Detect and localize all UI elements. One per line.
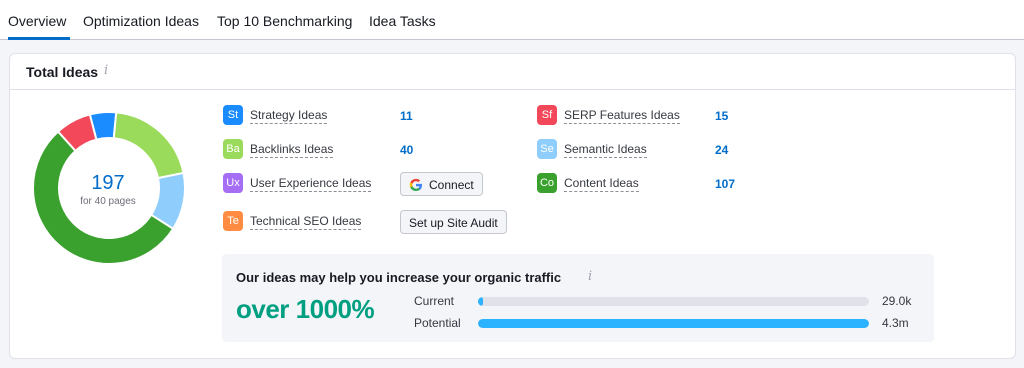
card-header: Total Ideas i (10, 54, 1015, 90)
potential-traffic-bar (478, 319, 869, 328)
category-technical-seo: Te Technical SEO Ideas Set up Site Audit (223, 210, 523, 234)
traffic-title: Our ideas may help you increase your org… (236, 270, 562, 285)
tab-bar: Overview Optimization Ideas Top 10 Bench… (0, 0, 1024, 40)
user-experience-badge-icon: Ux (223, 173, 243, 193)
total-ideas-count: 197 (91, 172, 125, 194)
user-experience-ideas-link[interactable]: User Experience Ideas (250, 176, 372, 192)
category-semantic: Se Semantic Ideas 24 (537, 139, 757, 161)
backlinks-ideas-count[interactable]: 40 (400, 143, 413, 157)
category-content: Co Content Ideas 107 (537, 173, 757, 195)
set-up-site-audit-button[interactable]: Set up Site Audit (400, 210, 507, 234)
info-icon[interactable]: i (104, 63, 108, 78)
traffic-increase-percent: over 1000% (236, 294, 375, 324)
backlinks-ideas-link[interactable]: Backlinks Ideas (250, 142, 334, 158)
technical-seo-badge-icon: Te (223, 211, 243, 231)
serp-features-badge-icon: Sf (537, 105, 557, 125)
category-user-experience: Ux User Experience Ideas Connect (223, 172, 523, 196)
current-traffic-value: 29.0k (882, 294, 912, 308)
card-title: Total Ideas (26, 64, 99, 80)
strategy-ideas-link[interactable]: Strategy Ideas (250, 108, 328, 124)
content-ideas-count[interactable]: 107 (715, 177, 735, 191)
current-traffic-bar (478, 297, 869, 306)
content-badge-icon: Co (537, 173, 557, 193)
info-icon[interactable]: i (588, 269, 592, 284)
serp-features-ideas-link[interactable]: SERP Features Ideas (564, 108, 680, 124)
google-icon (409, 178, 422, 191)
category-backlinks: Ba Backlinks Ideas 40 (223, 139, 483, 161)
backlinks-badge-icon: Ba (223, 139, 243, 159)
current-traffic-bar-fill (478, 297, 483, 306)
category-serp-features: Sf SERP Features Ideas 15 (537, 105, 757, 127)
tab-idea-tasks[interactable]: Idea Tasks (369, 0, 436, 40)
semantic-ideas-count[interactable]: 24 (715, 143, 728, 157)
semantic-badge-icon: Se (537, 139, 557, 159)
total-ideas-card: Total Ideas i 197 for 40 pages St Strate… (9, 53, 1016, 359)
current-label: Current (414, 294, 455, 308)
potential-traffic-bar-fill (478, 319, 869, 328)
serp-features-ideas-count[interactable]: 15 (715, 109, 728, 123)
donut-segment-ba[interactable] (112, 111, 185, 180)
potential-traffic-value: 4.3m (882, 316, 909, 330)
connect-label: Connect (429, 178, 474, 192)
tab-optimization-ideas[interactable]: Optimization Ideas (83, 0, 199, 40)
category-strategy: St Strategy Ideas 11 (223, 105, 483, 127)
technical-seo-ideas-link[interactable]: Technical SEO Ideas (250, 214, 362, 230)
strategy-badge-icon: St (223, 105, 243, 125)
organic-traffic-panel: Our ideas may help you increase your org… (222, 254, 934, 342)
tab-overview[interactable]: Overview (8, 0, 70, 40)
total-ideas-subtitle: for 40 pages (80, 196, 136, 207)
potential-label: Potential (414, 316, 461, 330)
connect-button[interactable]: Connect (400, 172, 483, 196)
content-ideas-link[interactable]: Content Ideas (564, 176, 639, 192)
tab-top-10-benchmarking[interactable]: Top 10 Benchmarking (217, 0, 352, 40)
strategy-ideas-count[interactable]: 11 (400, 109, 413, 123)
semantic-ideas-link[interactable]: Semantic Ideas (564, 142, 647, 158)
